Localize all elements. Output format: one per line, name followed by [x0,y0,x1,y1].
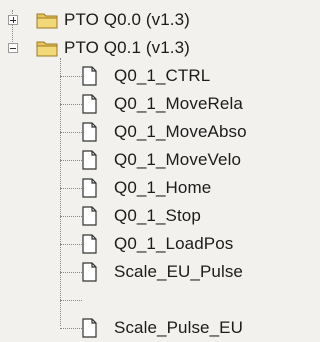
tree-node-label: Q0_1_CTRL [114,66,211,85]
tree-node-label: Q0_1_MoveVelo [114,150,241,169]
program-block-icon [82,94,97,114]
tree-node-scale-eu-pulse[interactable]: Scale_EU_Pulse [0,258,272,286]
tree-node-label: Q0_1_LoadPos [114,234,234,253]
tree-node-pto-q00[interactable]: PTO Q0.0 (v1.3) [0,6,272,34]
folder-icon [36,13,58,29]
tree-node-label: Scale_Pulse_EU [114,318,243,337]
program-block-icon [82,206,97,226]
tree-node-scale-pulse-eu[interactable]: Scale_Pulse_EU [0,314,272,342]
program-block-icon [82,318,97,338]
tree-node-pto-q01[interactable]: PTO Q0.1 (v1.3) [0,34,272,62]
folder-icon [36,41,58,57]
program-block-icon [82,66,97,86]
tree-line [60,300,82,301]
tree-node-q0-1-moveabso[interactable]: Q0_1_MoveAbso [0,118,272,146]
tree-node-q0-1-stop[interactable]: Q0_1_Stop [0,202,272,230]
plus-expander-icon[interactable] [8,15,18,25]
tree-node-q0-1-moverela[interactable]: Q0_1_MoveRela [0,90,272,118]
tree-node-label: Q0_1_Stop [114,206,201,225]
tree-node-label: PTO Q0.0 (v1.3) [64,10,190,29]
tree-node-label: Scale_EU_Pulse [114,262,243,281]
program-block-icon [82,234,97,254]
tree-node-label: Q0_1_MoveAbso [114,122,247,141]
program-block-icon [82,150,97,170]
tree-node-q0-1-home[interactable]: Q0_1_Home [0,174,272,202]
tree-node-label: PTO Q0.1 (v1.3) [64,38,190,57]
tree-node-q0-1-movevelo[interactable]: Q0_1_MoveVelo [0,146,272,174]
tree-node-q0-1-ctrl[interactable]: Q0_1_CTRL [0,62,272,90]
project-tree: PTO Q0.0 (v1.3) PTO Q0.1 (v1.3) Q0_1_CTR… [0,0,272,342]
tree-node-label: Q0_1_Home [114,178,212,197]
program-block-icon [82,178,97,198]
minus-expander-icon[interactable] [8,43,18,53]
tree-node-q0-1-loadpos[interactable]: Q0_1_LoadPos [0,230,272,258]
program-block-icon [82,262,97,282]
tree-node-label: Q0_1_MoveRela [114,94,243,113]
program-block-icon [82,122,97,142]
